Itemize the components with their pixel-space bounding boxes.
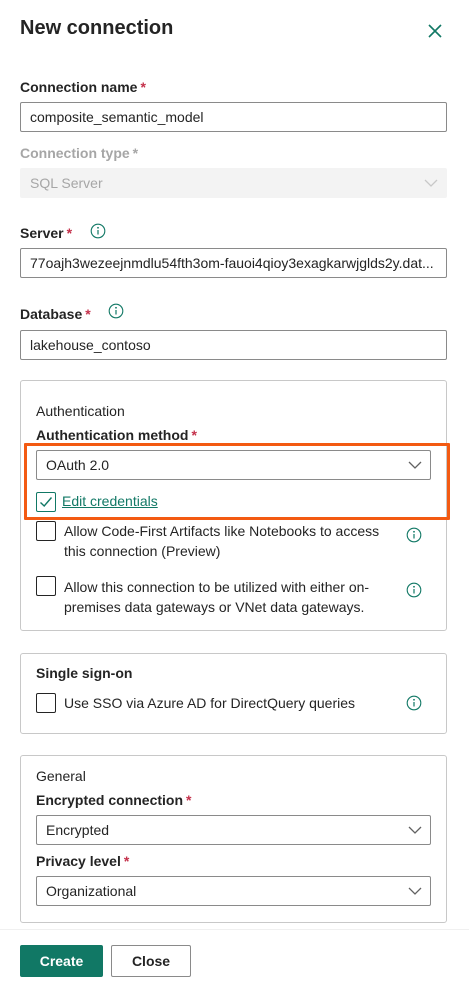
gateway-checkbox[interactable]	[36, 576, 56, 596]
chevron-down-icon	[424, 179, 438, 187]
chevron-down-icon	[408, 826, 422, 834]
general-title: General	[36, 768, 86, 784]
close-icon[interactable]	[426, 22, 444, 40]
required-mark: *	[140, 79, 146, 95]
connection-name-input[interactable]: composite_semantic_model	[20, 102, 447, 132]
dialog-title: New connection	[20, 17, 174, 39]
chevron-down-icon	[408, 887, 422, 895]
server-input[interactable]: 77oajh3wezeejnmdlu54fth3om-fauoi4qioy3ex…	[20, 248, 447, 278]
authentication-method-select[interactable]: OAuth 2.0	[36, 450, 431, 480]
authentication-method-label: Authentication method *	[36, 427, 197, 443]
privacy-level-select[interactable]: Organizational	[36, 876, 431, 906]
required-mark: *	[123, 853, 130, 869]
close-button[interactable]: Close	[111, 945, 191, 977]
required-mark: *	[132, 145, 139, 161]
authentication-title: Authentication	[36, 403, 125, 419]
create-button[interactable]: Create	[20, 945, 103, 977]
privacy-level-label: Privacy level *	[36, 853, 130, 869]
footer-divider	[0, 929, 469, 930]
database-input[interactable]: lakehouse_contoso	[20, 330, 447, 360]
required-mark: *	[66, 225, 73, 241]
checkmark-icon	[40, 497, 53, 508]
sso-title: Single sign-on	[36, 665, 133, 681]
connection-type-select: SQL Server	[20, 168, 447, 198]
server-label: Server *	[20, 225, 73, 241]
required-mark: *	[186, 792, 192, 808]
code-first-label: Allow Code-First Artifacts like Notebook…	[64, 523, 380, 559]
sso-label: Use SSO via Azure AD for DirectQuery que…	[64, 695, 355, 711]
info-icon[interactable]	[108, 303, 124, 319]
required-mark: *	[191, 427, 197, 443]
info-icon[interactable]	[406, 695, 422, 711]
database-label: Database *	[20, 306, 91, 322]
chevron-down-icon	[408, 461, 422, 469]
info-icon[interactable]	[406, 527, 422, 543]
encrypted-connection-label: Encrypted connection *	[36, 792, 192, 808]
info-icon[interactable]	[406, 582, 422, 598]
sso-checkbox[interactable]	[36, 693, 56, 713]
required-mark: *	[85, 306, 91, 322]
code-first-checkbox[interactable]	[36, 521, 56, 541]
edit-credentials-checkbox[interactable]	[36, 492, 56, 512]
connection-name-label: Connection name *	[20, 79, 146, 95]
edit-credentials-link[interactable]: Edit credentials	[62, 493, 158, 509]
gateway-label: Allow this connection to be utilized wit…	[64, 579, 370, 615]
encrypted-connection-select[interactable]: Encrypted	[36, 815, 431, 845]
connection-type-label: Connection type *	[20, 145, 139, 161]
info-icon[interactable]	[90, 223, 106, 239]
